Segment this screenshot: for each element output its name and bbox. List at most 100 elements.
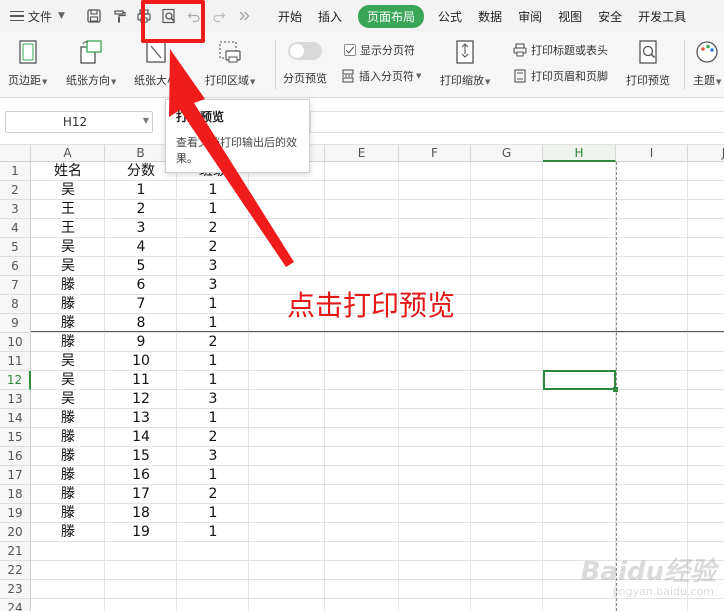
- redo-button[interactable]: [207, 4, 231, 28]
- cell-class[interactable]: 1: [177, 295, 249, 314]
- cell-score[interactable]: 5: [105, 257, 177, 276]
- row-header[interactable]: 22: [0, 561, 31, 580]
- cell-score[interactable]: 18: [105, 504, 177, 523]
- cell-score[interactable]: 10: [105, 352, 177, 371]
- tab-home[interactable]: 开始: [278, 8, 302, 25]
- cell-class[interactable]: 2: [177, 238, 249, 257]
- spreadsheet-grid[interactable]: ABCDEFGHIJ1姓名分数班级2吴113王214王325吴426吴537滕6…: [0, 145, 724, 611]
- cell-name[interactable]: 滕: [31, 276, 105, 295]
- cell-class[interactable]: 1: [177, 409, 249, 428]
- cell-class[interactable]: 3: [177, 257, 249, 276]
- tab-formulas[interactable]: 公式: [438, 8, 462, 25]
- tab-page-layout[interactable]: 页面布局: [358, 4, 425, 28]
- cell-score[interactable]: 14: [105, 428, 177, 447]
- more-commands-button[interactable]: [232, 4, 256, 28]
- cell-score[interactable]: 11: [105, 371, 177, 390]
- print-scaling-button[interactable]: 打印缩放▼: [440, 39, 490, 88]
- cell-class[interactable]: 3: [177, 390, 249, 409]
- row-header[interactable]: 17: [0, 466, 31, 485]
- format-painter-button[interactable]: [107, 4, 131, 28]
- select-all-corner[interactable]: [0, 145, 31, 162]
- cell-score[interactable]: 19: [105, 523, 177, 542]
- insert-page-break-button[interactable]: 插入分页符 ▼: [341, 68, 421, 84]
- row-header[interactable]: 20: [0, 523, 31, 542]
- print-titles-button[interactable]: 打印标题或表头: [513, 42, 608, 58]
- file-menu[interactable]: 文件 ▼: [0, 0, 82, 32]
- column-header-g[interactable]: G: [471, 145, 543, 162]
- active-cell-selection[interactable]: [543, 370, 618, 392]
- print-preview-ribbon-button[interactable]: 打印预览: [626, 39, 670, 88]
- tab-view[interactable]: 视图: [558, 8, 582, 25]
- tab-data[interactable]: 数据: [478, 8, 502, 25]
- row-header[interactable]: 2: [0, 181, 31, 200]
- cell-class[interactable]: 1: [177, 504, 249, 523]
- cell-score[interactable]: 12: [105, 390, 177, 409]
- cell-name[interactable]: 滕: [31, 295, 105, 314]
- cell-name[interactable]: 吴: [31, 238, 105, 257]
- cell-class[interactable]: 2: [177, 428, 249, 447]
- cell-score[interactable]: 13: [105, 409, 177, 428]
- row-header[interactable]: 4: [0, 219, 31, 238]
- orientation-button[interactable]: 纸张方向▼: [66, 39, 116, 88]
- cell-class[interactable]: 1: [177, 352, 249, 371]
- formula-input[interactable]: [310, 111, 724, 133]
- row-header[interactable]: 6: [0, 257, 31, 276]
- cell-name[interactable]: 滕: [31, 504, 105, 523]
- row-header[interactable]: 21: [0, 542, 31, 561]
- row-header[interactable]: 15: [0, 428, 31, 447]
- cell-name[interactable]: 王: [31, 219, 105, 238]
- cell-class[interactable]: 1: [177, 200, 249, 219]
- print-header-footer-button[interactable]: 打印页眉和页脚: [513, 68, 608, 84]
- cell-name[interactable]: 滕: [31, 428, 105, 447]
- cell-name[interactable]: 滕: [31, 447, 105, 466]
- cell-class[interactable]: 1: [177, 523, 249, 542]
- cell-name[interactable]: 滕: [31, 485, 105, 504]
- row-header[interactable]: 10: [0, 333, 31, 352]
- cell-name[interactable]: 滕: [31, 466, 105, 485]
- paper-size-button[interactable]: 纸张大小: [134, 39, 178, 88]
- name-box[interactable]: H12 ▼: [5, 111, 153, 133]
- cell-score[interactable]: 3: [105, 219, 177, 238]
- row-header[interactable]: 5: [0, 238, 31, 257]
- tab-developer[interactable]: 开发工具: [638, 8, 686, 25]
- cell-name[interactable]: 吴: [31, 181, 105, 200]
- cell-name[interactable]: 滕: [31, 409, 105, 428]
- cell-class[interactable]: 1: [177, 371, 249, 390]
- row-header[interactable]: 13: [0, 390, 31, 409]
- cell-name[interactable]: 吴: [31, 352, 105, 371]
- row-header[interactable]: 9: [0, 314, 31, 333]
- column-header-i[interactable]: I: [616, 145, 688, 162]
- row-header[interactable]: 1: [0, 162, 31, 181]
- row-header[interactable]: 3: [0, 200, 31, 219]
- row-header[interactable]: 19: [0, 504, 31, 523]
- cell-class[interactable]: 3: [177, 447, 249, 466]
- cell-class[interactable]: 1: [177, 466, 249, 485]
- row-header[interactable]: 8: [0, 295, 31, 314]
- row-header[interactable]: 11: [0, 352, 31, 371]
- cell-name[interactable]: 滕: [31, 333, 105, 352]
- tab-review[interactable]: 审阅: [518, 8, 542, 25]
- tab-insert[interactable]: 插入: [318, 8, 342, 25]
- cell-class[interactable]: 2: [177, 485, 249, 504]
- column-header-f[interactable]: F: [399, 145, 471, 162]
- cell-score[interactable]: 7: [105, 295, 177, 314]
- cell-name[interactable]: 吴: [31, 257, 105, 276]
- cell-score[interactable]: 2: [105, 200, 177, 219]
- cell-name[interactable]: 滕: [31, 523, 105, 542]
- column-header-j[interactable]: J: [688, 145, 724, 162]
- cell-class[interactable]: 2: [177, 219, 249, 238]
- cell-class[interactable]: 3: [177, 276, 249, 295]
- cell-class[interactable]: 2: [177, 333, 249, 352]
- cell-name[interactable]: 王: [31, 200, 105, 219]
- row-header[interactable]: 12: [0, 371, 31, 390]
- show-page-breaks-checkbox[interactable]: 显示分页符: [344, 42, 415, 58]
- column-header-a[interactable]: A: [31, 145, 105, 162]
- row-header[interactable]: 23: [0, 580, 31, 599]
- cell-name[interactable]: 姓名: [31, 162, 105, 181]
- cell-score[interactable]: 4: [105, 238, 177, 257]
- cell-class[interactable]: 1: [177, 181, 249, 200]
- theme-button[interactable]: 主题▼: [693, 39, 721, 88]
- row-header[interactable]: 16: [0, 447, 31, 466]
- cell-score[interactable]: 16: [105, 466, 177, 485]
- row-header[interactable]: 14: [0, 409, 31, 428]
